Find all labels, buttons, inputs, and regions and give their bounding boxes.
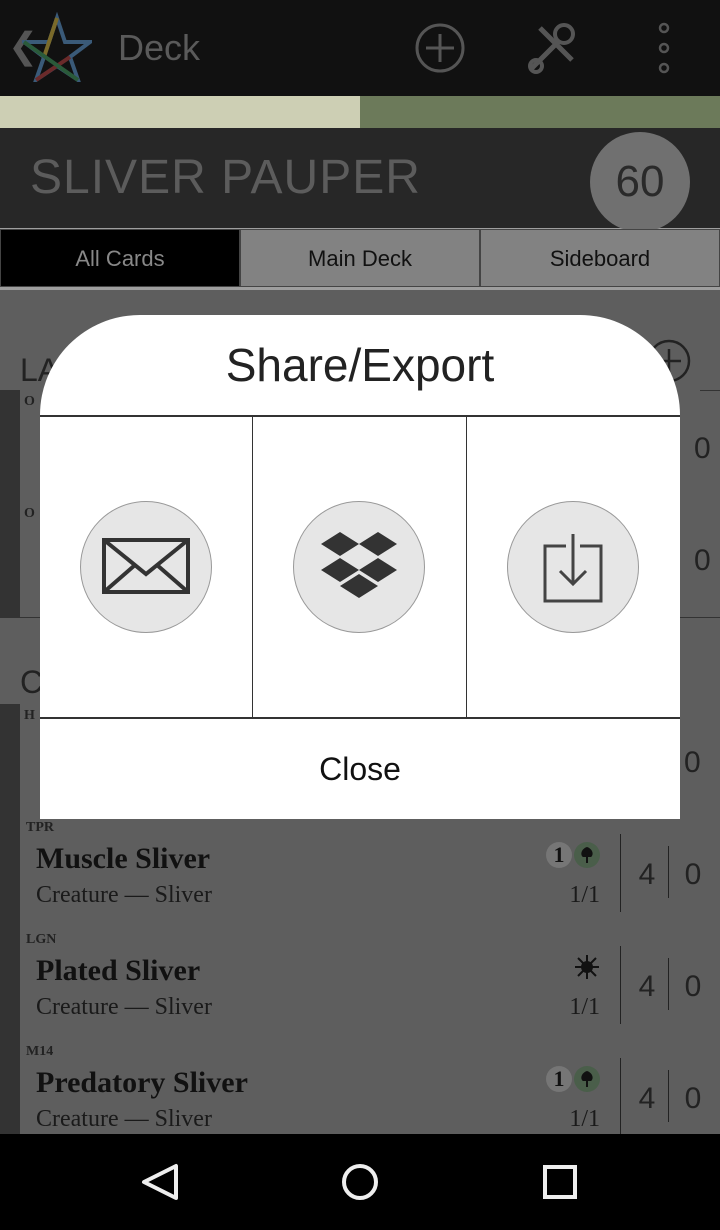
qty-side[interactable]: 0 (678, 1082, 708, 1116)
share-download-option[interactable] (467, 417, 679, 717)
app-bar: ❮ Deck (0, 0, 720, 96)
card-type: Creature — Sliver (36, 882, 212, 908)
progress-remaining (360, 96, 720, 128)
page-title: Deck (118, 27, 201, 68)
divider (668, 958, 669, 1010)
deck-header: SLIVER PAUPER 60 (0, 128, 720, 232)
power-toughness: 1/1 (569, 994, 600, 1020)
qty-main[interactable]: 4 (632, 970, 662, 1004)
tools-icon[interactable] (524, 20, 580, 76)
row-color-strip (0, 390, 20, 618)
card-name: Plated Sliver (36, 954, 201, 987)
card-name: Muscle Sliver (36, 842, 211, 875)
tab-all-cards[interactable]: All Cards (0, 229, 240, 287)
add-circle-icon[interactable] (412, 20, 468, 76)
mana-cost (572, 954, 600, 982)
mana-symbol-green-icon (574, 842, 600, 868)
share-email-option[interactable] (40, 417, 252, 717)
set-code: TPR (26, 820, 54, 835)
pentagram-logo[interactable] (22, 12, 92, 82)
card-count-badge: 60 (590, 132, 690, 232)
tab-main-deck[interactable]: Main Deck (240, 229, 480, 287)
dialog-title: Share/Export (225, 339, 495, 391)
set-code: O (24, 394, 35, 409)
system-nav-bar (0, 1134, 720, 1230)
mana-symbol-white-icon (574, 954, 600, 980)
mana-symbol-generic: 1 (546, 1066, 572, 1092)
card-row-muscle-sliver[interactable]: TPR Muscle Sliver Creature — Sliver 1 1/… (20, 820, 720, 932)
qty-side: 0 (694, 432, 711, 465)
qty-main[interactable]: 4 (632, 1082, 662, 1116)
section-divider (700, 390, 720, 391)
overflow-menu-icon[interactable] (636, 20, 692, 76)
divider (668, 846, 669, 898)
card-row-plated-sliver[interactable]: LGN Plated Sliver Creature — Sliver 1/1 … (20, 932, 720, 1044)
divider (668, 1070, 669, 1122)
divider (620, 834, 621, 912)
mana-cost: 1 (544, 1066, 600, 1094)
mana-symbol-green-icon (574, 1066, 600, 1092)
set-code: O (24, 506, 35, 521)
mana-symbol-generic: 1 (546, 842, 572, 868)
home-circle-icon[interactable] (336, 1158, 384, 1206)
card-row-predatory-sliver[interactable]: M14 Predatory Sliver Creature — Sliver 1… (20, 1044, 720, 1134)
card-type: Creature — Sliver (36, 994, 212, 1020)
qty-side: 0 (694, 544, 711, 577)
divider (620, 1058, 621, 1134)
download-icon (507, 501, 639, 633)
mana-cost: 1 (544, 842, 600, 870)
qty-main[interactable]: 4 (632, 858, 662, 892)
qty-side[interactable]: 0 (678, 970, 708, 1004)
set-code: H (24, 708, 35, 723)
power-toughness: 1/1 (569, 882, 600, 908)
row-color-strip (0, 704, 20, 1134)
email-icon (80, 501, 212, 633)
progress-fill (0, 96, 360, 128)
dropbox-icon (293, 501, 425, 633)
card-type: Creature — Sliver (36, 1106, 212, 1132)
deck-tabs: All Cards Main Deck Sideboard (0, 229, 720, 289)
power-toughness: 1/1 (569, 1106, 600, 1132)
deck-progress-bar (0, 96, 720, 128)
qty-side[interactable]: 0 (678, 858, 708, 892)
share-dropbox-option[interactable] (253, 417, 465, 717)
recents-square-icon[interactable] (536, 1158, 584, 1206)
deck-name[interactable]: SLIVER PAUPER (30, 150, 421, 206)
share-export-dialog: Share/Export Close (40, 315, 680, 819)
tab-sideboard[interactable]: Sideboard (480, 229, 720, 287)
close-button[interactable]: Close (40, 719, 680, 819)
card-name: Predatory Sliver (36, 1066, 248, 1099)
set-code: M14 (26, 1044, 54, 1059)
set-code: LGN (26, 932, 57, 947)
divider (620, 946, 621, 1024)
back-triangle-icon[interactable] (136, 1158, 184, 1206)
qty-side: 0 (684, 746, 701, 779)
